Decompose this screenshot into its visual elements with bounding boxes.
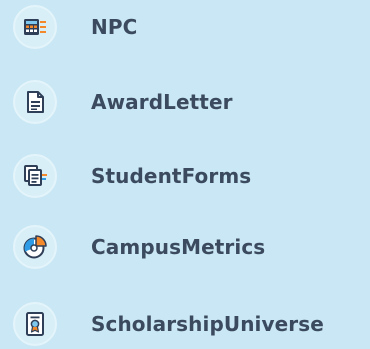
- menu-item-awardletter[interactable]: AwardLetter: [13, 79, 233, 125]
- product-menu: NPC AwardLetter StudentForms CampusMetri…: [0, 0, 370, 349]
- document-icon: [13, 80, 57, 124]
- menu-item-scholarshipuniverse[interactable]: ScholarshipUniverse: [13, 301, 324, 347]
- pie-chart-icon: [13, 225, 57, 269]
- menu-item-studentforms[interactable]: StudentForms: [13, 153, 251, 199]
- menu-item-label: ScholarshipUniverse: [91, 312, 324, 336]
- menu-item-label: CampusMetrics: [91, 235, 266, 259]
- menu-item-label: NPC: [91, 15, 138, 39]
- calculator-icon: [13, 5, 57, 49]
- certificate-icon: [13, 302, 57, 346]
- menu-item-label: AwardLetter: [91, 90, 233, 114]
- menu-item-campusmetrics[interactable]: CampusMetrics: [13, 224, 265, 270]
- menu-item-label: StudentForms: [91, 164, 252, 188]
- menu-item-npc[interactable]: NPC: [13, 4, 137, 50]
- forms-icon: [13, 154, 57, 198]
